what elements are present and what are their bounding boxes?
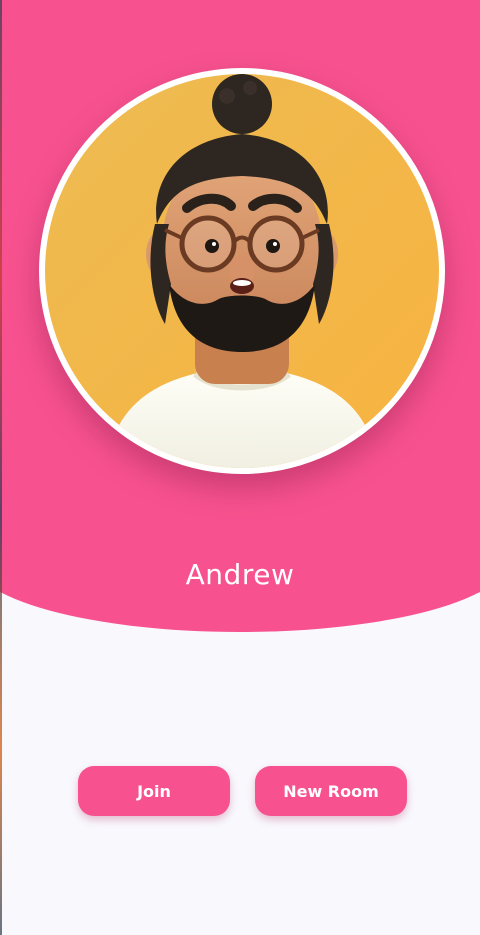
avatar-illustration xyxy=(45,74,439,468)
user-name: Andrew xyxy=(185,558,295,591)
new-room-button[interactable]: New Room xyxy=(255,766,407,816)
profile-screen: Andrew Join New Room xyxy=(0,0,480,935)
join-button[interactable]: Join xyxy=(78,766,230,816)
avatar xyxy=(45,74,439,468)
window-edge xyxy=(0,0,2,935)
avatar-frame xyxy=(39,68,445,474)
